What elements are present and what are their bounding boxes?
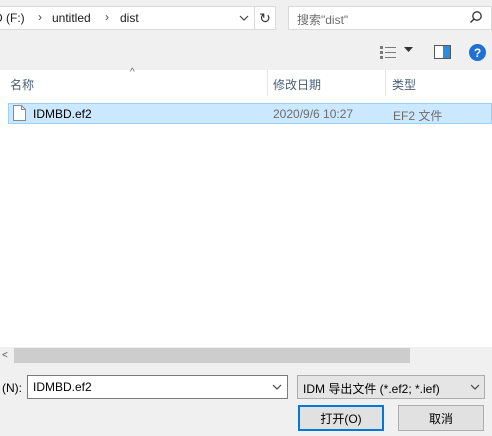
column-header-name[interactable]: 名称 ^: [0, 67, 268, 96]
search-icon[interactable]: [469, 10, 483, 24]
breadcrumb-untitled[interactable]: untitled: [52, 11, 91, 25]
file-name: IDMBD.ef2: [33, 107, 92, 121]
chevron-down-icon: [272, 384, 282, 390]
chevron-down-icon: [239, 15, 249, 21]
column-name-label: 名称: [10, 78, 35, 92]
chevron-right-icon[interactable]: ›: [38, 10, 42, 24]
file-type-select[interactable]: IDM 导出文件 (*.ef2; *.ief): [297, 375, 485, 399]
file-type-value: IDM 导出文件 (*.ef2; *.ief): [303, 382, 440, 396]
file-modified: 2020/9/6 10:27: [273, 107, 354, 121]
scroll-left-icon[interactable]: <: [2, 350, 8, 361]
chevron-down-icon: [470, 384, 480, 390]
cancel-button[interactable]: 取消: [398, 405, 484, 431]
breadcrumb-dist[interactable]: dist: [120, 11, 139, 25]
file-list[interactable]: 名称 ^ 修改日期 类型 IDMBD.ef2 2020/9/6 10:27 EF…: [0, 67, 492, 347]
help-icon[interactable]: ?: [469, 44, 486, 61]
file-type: EF2 文件: [393, 109, 443, 123]
scrollbar-thumb[interactable]: [14, 348, 410, 363]
breadcrumb-drive[interactable]: D (F:): [0, 11, 25, 25]
column-header-modified[interactable]: 修改日期: [268, 70, 386, 96]
horizontal-scrollbar[interactable]: <: [0, 347, 492, 364]
column-modified-label: 修改日期: [273, 78, 322, 92]
filename-label: (N):: [2, 381, 22, 395]
column-type-label: 类型: [392, 78, 417, 92]
refresh-button[interactable]: ↻: [254, 7, 275, 29]
filename-input[interactable]: IDMBD.ef2: [27, 375, 288, 399]
address-history-dropdown[interactable]: [234, 8, 254, 28]
refresh-icon: ↻: [259, 9, 271, 26]
chevron-right-icon[interactable]: ›: [105, 10, 109, 24]
filename-dropdown[interactable]: [268, 377, 286, 397]
file-row[interactable]: IDMBD.ef2 2020/9/6 10:27 EF2 文件: [8, 103, 492, 124]
column-header-type[interactable]: 类型: [386, 70, 492, 96]
address-bar[interactable]: D (F:) › untitled › dist ↻: [0, 6, 276, 30]
view-dropdown-icon[interactable]: [404, 47, 413, 53]
view-options-icon[interactable]: [380, 45, 398, 59]
search-box[interactable]: 搜索"dist": [288, 6, 492, 30]
search-placeholder: 搜索"dist": [297, 13, 349, 27]
file-icon: [13, 105, 26, 121]
preview-pane-icon[interactable]: [434, 45, 451, 59]
open-button[interactable]: 打开(O): [298, 405, 384, 431]
sort-up-icon: ^: [130, 67, 135, 78]
filename-value[interactable]: IDMBD.ef2: [33, 380, 92, 394]
file-type-dropdown[interactable]: [466, 377, 484, 397]
